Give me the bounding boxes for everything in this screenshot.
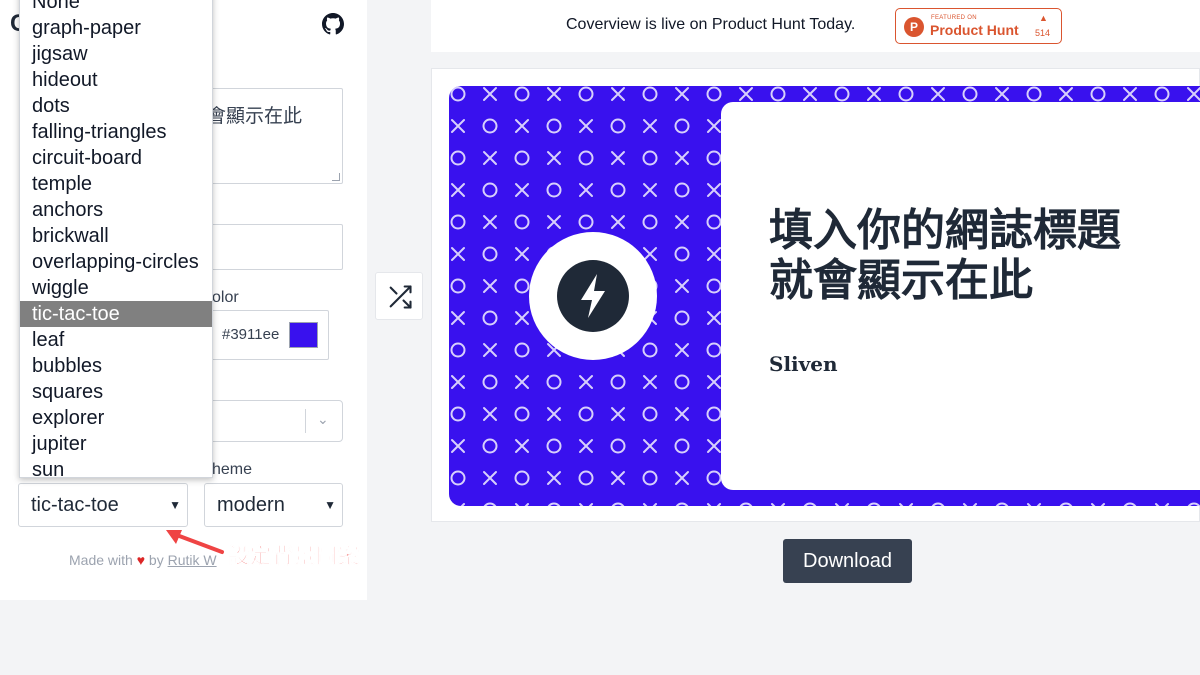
chevron-down-icon[interactable]: ⌄ xyxy=(317,411,329,428)
banner-text: Coverview is live on Product Hunt Today. xyxy=(566,16,856,33)
color-swatch[interactable] xyxy=(289,322,318,348)
dropdown-option[interactable]: brickwall xyxy=(20,223,212,249)
annotation-arrow-icon xyxy=(166,530,224,554)
color-picker[interactable]: #3911ee xyxy=(210,310,329,360)
dropdown-option[interactable]: graph-paper xyxy=(20,15,212,41)
ph-featured-label: FEATURED ON xyxy=(931,15,977,21)
dropdown-option[interactable]: tic-tac-toe xyxy=(20,301,212,327)
download-button[interactable]: Download xyxy=(783,539,912,583)
dropdown-option[interactable]: jupiter xyxy=(20,431,212,457)
cover-icon-circle xyxy=(529,232,657,360)
dropdown-option[interactable]: circuit-board xyxy=(20,145,212,171)
dropdown-option[interactable]: temple xyxy=(20,171,212,197)
theme-label: heme xyxy=(212,461,253,478)
dropdown-option[interactable]: jigsaw xyxy=(20,41,212,67)
heart-icon: ♥ xyxy=(136,552,146,568)
color-label: olor xyxy=(212,289,239,306)
github-icon[interactable] xyxy=(322,13,344,35)
pattern-dropdown-list[interactable]: None graph-paper jigsaw hideout dots falling… xyxy=(19,0,213,478)
dropdown-option[interactable]: explorer xyxy=(20,405,212,431)
select-separator xyxy=(305,409,306,433)
color-hex-value: #3911ee xyxy=(222,326,280,343)
shuffle-icon xyxy=(389,285,412,309)
ph-vote-count: 514 xyxy=(1035,28,1051,38)
dropdown-option[interactable]: falling-triangles xyxy=(20,119,212,145)
dropdown-option[interactable]: hideout xyxy=(20,67,212,93)
dropdown-option[interactable]: bubbles xyxy=(20,353,212,379)
shuffle-button[interactable] xyxy=(375,272,423,320)
dropdown-option[interactable]: dots xyxy=(20,93,212,119)
cover-title: 填入你的網誌標題 就會顯示在此 xyxy=(769,206,1199,306)
chevron-down-icon: ▼ xyxy=(324,498,336,512)
resize-grip[interactable] xyxy=(332,173,340,181)
cover-preview: 填入你的網誌標題 就會顯示在此 Sliven xyxy=(431,68,1200,522)
dropdown-option[interactable]: None xyxy=(20,0,212,15)
product-hunt-icon: P xyxy=(904,17,924,37)
dropdown-option[interactable]: anchors xyxy=(20,197,212,223)
cover-card: 填入你的網誌標題 就會顯示在此 Sliven xyxy=(721,102,1200,490)
dropdown-option[interactable]: overlapping-circles xyxy=(20,249,212,275)
product-hunt-badge[interactable]: P FEATURED ON Product Hunt ▲ 514 xyxy=(895,8,1062,44)
made-with-text: Made with xyxy=(69,552,133,568)
theme-select-value: modern xyxy=(217,494,285,516)
lightning-bolt-icon xyxy=(557,260,629,332)
cover-image: 填入你的網誌標題 就會顯示在此 Sliven xyxy=(449,86,1200,506)
cover-author: Sliven xyxy=(769,352,838,376)
ph-name: Product Hunt xyxy=(930,22,1019,38)
pattern-select[interactable]: tic-tac-toe ▼ xyxy=(18,483,188,527)
announcement-banner: Coverview is live on Product Hunt Today.… xyxy=(431,0,1200,52)
upvote-icon: ▲ xyxy=(1039,13,1048,23)
cover-title-line-1: 填入你的網誌標題 xyxy=(769,205,1121,256)
dropdown-option[interactable]: sun xyxy=(20,457,212,477)
pattern-select-value: tic-tac-toe xyxy=(31,494,119,516)
editor-sidebar: C 會顯示在此 olor #3911ee ⌄ heme tic-tac-toe … xyxy=(0,0,367,600)
chevron-down-icon: ▼ xyxy=(169,498,181,512)
annotation-label: 設定背景圖案 xyxy=(228,545,360,569)
dropdown-option[interactable]: leaf xyxy=(20,327,212,353)
dropdown-option[interactable]: wiggle xyxy=(20,275,212,301)
cover-title-line-2: 就會顯示在此 xyxy=(769,255,1033,306)
theme-select[interactable]: modern ▼ xyxy=(204,483,343,527)
dropdown-option[interactable]: squares xyxy=(20,379,212,405)
title-textarea-value: 會顯示在此 xyxy=(207,106,303,127)
